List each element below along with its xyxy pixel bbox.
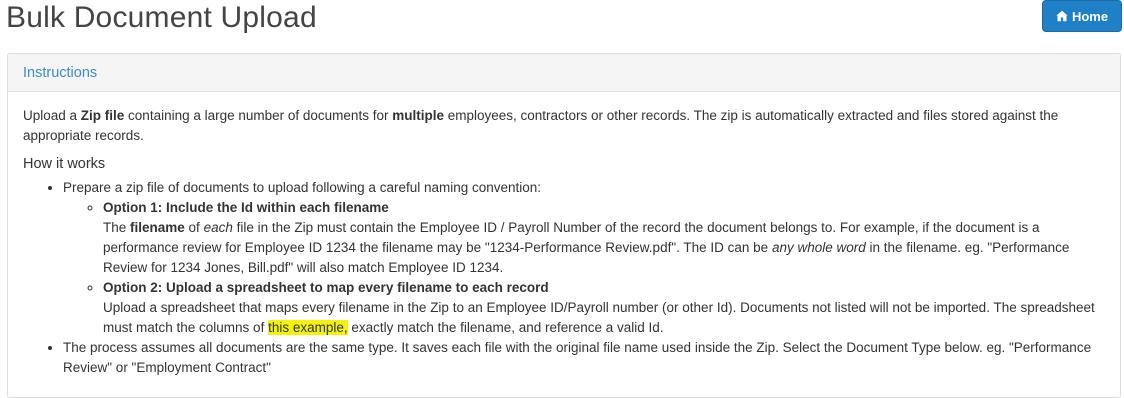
options-list: Option 1: Include the Id within each fil… (63, 198, 1105, 338)
option-2: Option 2: Upload a spreadsheet to map ev… (103, 278, 1105, 338)
option-1-each: each (203, 220, 233, 235)
panel-heading: Instructions (8, 54, 1120, 92)
home-button-label: Home (1071, 8, 1109, 24)
intro-text-1: Upload a (23, 108, 81, 123)
option-2-title: Option 2: Upload a spreadsheet to map ev… (103, 280, 549, 295)
option-1-filename: filename (130, 220, 185, 235)
intro-text: Upload a Zip file containing a large num… (23, 106, 1105, 146)
intro-multiple: multiple (392, 108, 444, 123)
bullet-1-text: Prepare a zip file of documents to uploa… (63, 180, 542, 195)
home-button[interactable]: Home (1042, 0, 1122, 32)
this-example-link[interactable]: this example, (268, 320, 348, 335)
page-title: Bulk Document Upload (6, 1, 317, 34)
intro-text-2: containing a large number of documents f… (124, 108, 393, 123)
option-1-text-2: of (184, 220, 204, 235)
option-2-text-2: exactly match the filename, and referenc… (347, 320, 664, 335)
how-it-works-heading: How it works (23, 156, 106, 172)
instructions-panel: Instructions Upload a Zip file containin… (7, 53, 1121, 398)
option-1-title: Option 1: Include the Id within each fil… (103, 200, 389, 215)
option-1-any-whole-word: any whole word (771, 240, 866, 255)
home-icon (1056, 10, 1068, 22)
list-item: The process assumes all documents are th… (63, 338, 1105, 378)
instructions-list: Prepare a zip file of documents to uploa… (23, 178, 1105, 378)
intro-zip-file: Zip file (80, 108, 125, 123)
panel-body: Upload a Zip file containing a large num… (8, 92, 1120, 378)
option-1: Option 1: Include the Id within each fil… (103, 198, 1105, 278)
bullet-2-text: The process assumes all documents are th… (63, 340, 1092, 375)
list-item: Prepare a zip file of documents to uploa… (63, 178, 1105, 338)
option-1-text-1: The (103, 220, 131, 235)
